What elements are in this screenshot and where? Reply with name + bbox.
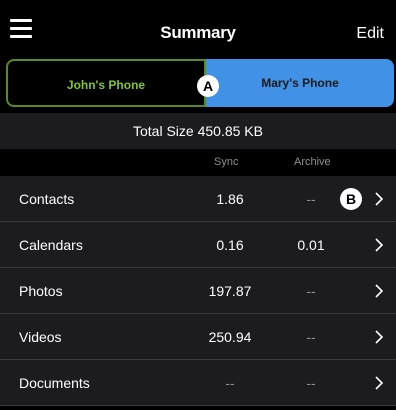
chevron-right-icon[interactable] (372, 283, 386, 299)
app-root: Summary Edit John's Phone Mary's Phone A… (0, 0, 396, 410)
row-label: Calendars (19, 237, 83, 253)
chevron-right-icon[interactable] (372, 237, 386, 253)
row-sync-value: -- (225, 375, 235, 391)
list-row-documents[interactable]: Documents -- -- (0, 360, 396, 406)
list-row-calendars[interactable]: Calendars 0.16 0.01 (0, 222, 396, 268)
page-title: Summary (160, 23, 236, 42)
hamburger-menu-icon[interactable] (10, 19, 36, 39)
chevron-right-icon[interactable] (372, 375, 386, 391)
row-sync-value: 0.16 (216, 237, 244, 253)
total-size-label: Total Size 450.85 KB (0, 113, 396, 149)
callout-a-badge: A (197, 75, 219, 97)
summary-list: Contacts 1.86 -- Calendars 0.16 0.01 Pho… (0, 176, 396, 406)
column-header-row: Sync Archive (0, 151, 396, 173)
row-archive-value: -- (306, 191, 316, 207)
column-header-archive: Archive (294, 156, 331, 168)
row-archive-value: -- (306, 375, 316, 391)
chevron-right-icon[interactable] (372, 329, 386, 345)
callout-b-badge: B (340, 188, 362, 210)
row-sync-value: 197.87 (208, 283, 252, 299)
segment-marys-phone[interactable]: Mary's Phone (206, 59, 394, 107)
segment-johns-phone[interactable]: John's Phone (6, 59, 206, 107)
chevron-right-icon[interactable] (372, 191, 386, 207)
nav-bar: Summary Edit (0, 0, 396, 54)
column-header-sync: Sync (214, 156, 239, 168)
row-sync-value: 250.94 (208, 329, 252, 345)
row-archive-value: -- (306, 283, 316, 299)
list-row-photos[interactable]: Photos 197.87 -- (0, 268, 396, 314)
row-archive-value: -- (306, 329, 316, 345)
row-archive-value: 0.01 (297, 237, 325, 253)
edit-button[interactable]: Edit (356, 0, 384, 54)
row-label: Documents (19, 375, 90, 391)
row-label: Contacts (19, 191, 75, 207)
list-row-videos[interactable]: Videos 250.94 -- (0, 314, 396, 360)
row-sync-value: 1.86 (216, 191, 244, 207)
row-label: Videos (19, 329, 62, 345)
row-label: Photos (19, 283, 63, 299)
list-row-contacts[interactable]: Contacts 1.86 -- (0, 176, 396, 222)
